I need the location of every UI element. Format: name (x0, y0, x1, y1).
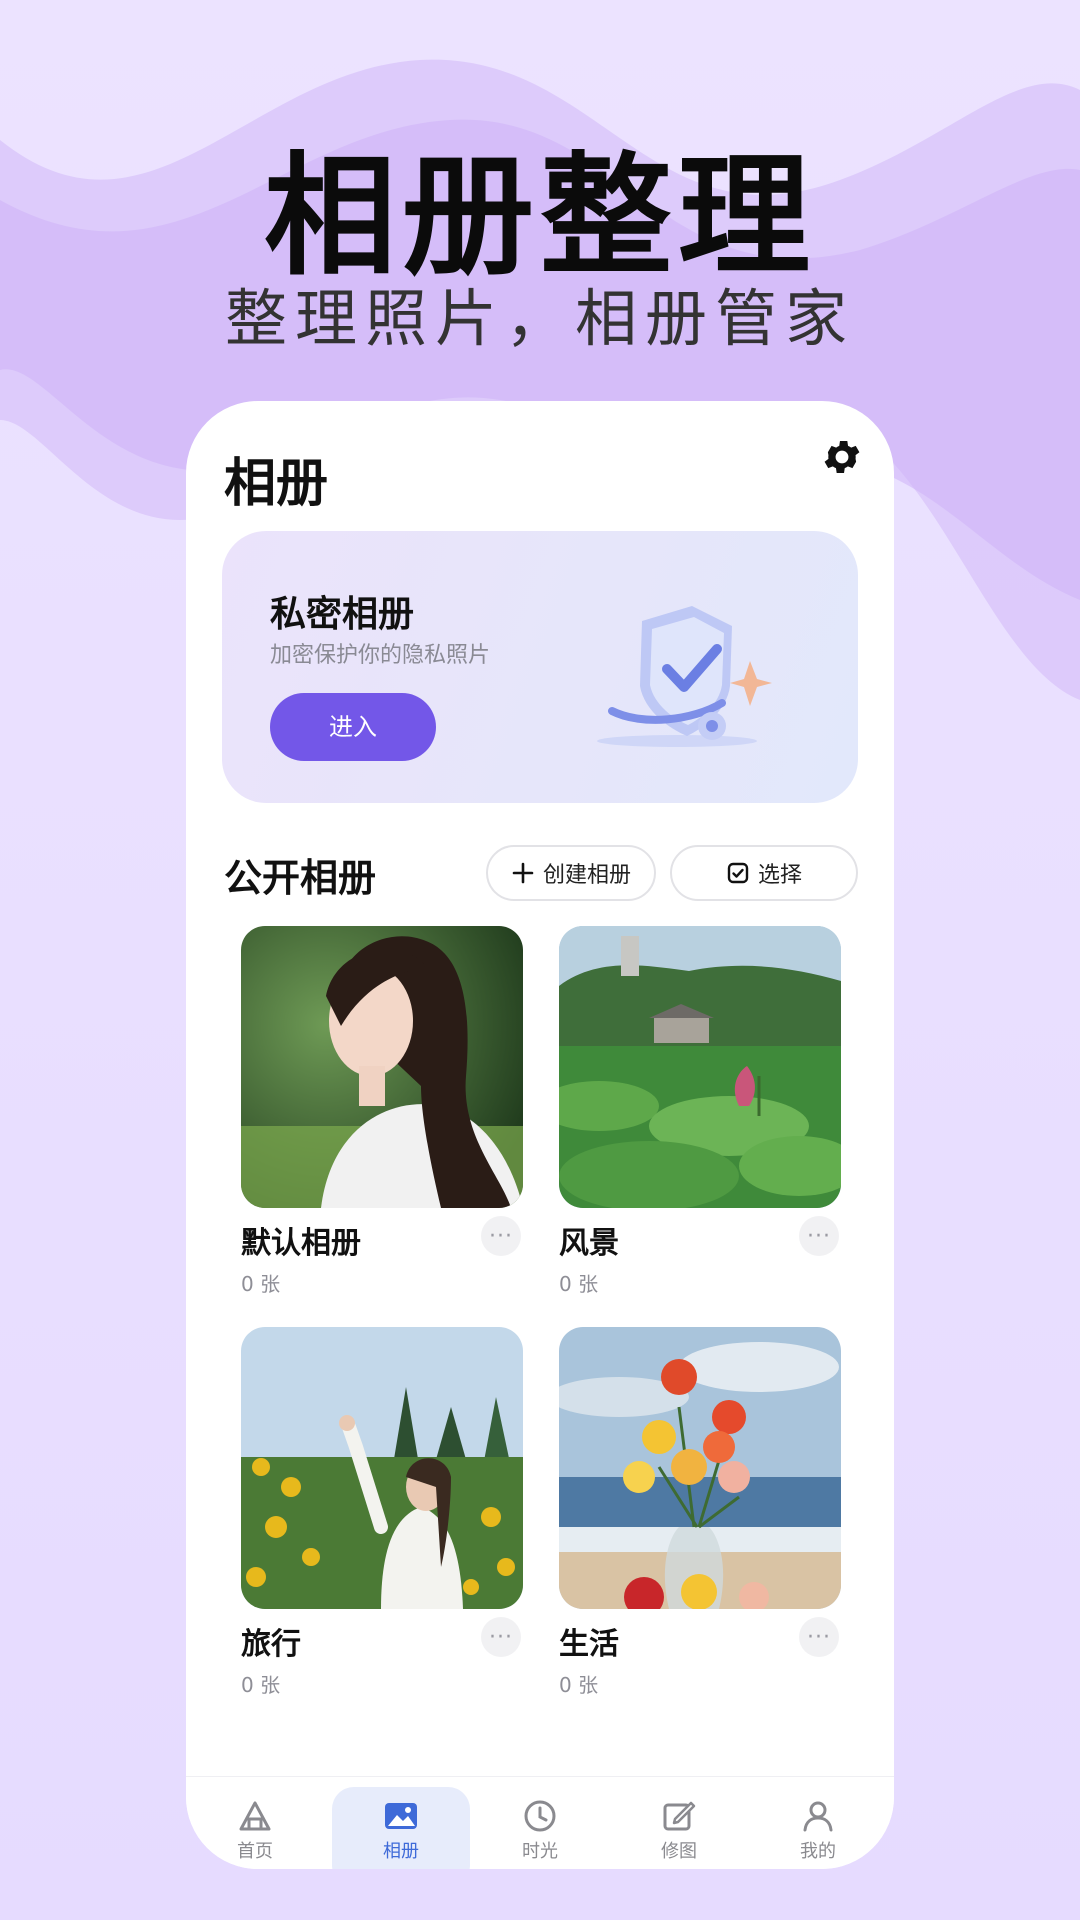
album-name: 旅行 (241, 1627, 301, 1662)
private-album-card[interactable]: 私密相册 加密保护你的隐私照片 进入 (222, 531, 858, 803)
album-count: 0 张 (559, 1272, 599, 1296)
more-options-button[interactable]: ··· (799, 1216, 839, 1256)
tab-label: 首页 (237, 1841, 273, 1862)
page-title: 相册 (224, 454, 329, 514)
checkbox-icon (726, 861, 750, 885)
album-count: 0 张 (559, 1673, 599, 1697)
tab-home[interactable]: 首页 (186, 1787, 324, 1869)
album-card[interactable]: 旅行 0 张 ··· (241, 1327, 523, 1697)
bottom-tab-bar: 首页 相册 时光 修图 我的 (186, 1776, 894, 1869)
more-options-button[interactable]: ··· (481, 1216, 521, 1256)
tab-label: 相册 (383, 1841, 419, 1862)
album-count: 0 张 (241, 1272, 281, 1296)
create-album-button[interactable]: 创建相册 (486, 845, 656, 901)
album-count: 0 张 (241, 1673, 281, 1697)
tab-moments[interactable]: 时光 (471, 1787, 609, 1869)
edit-icon (663, 1801, 696, 1831)
gear-icon[interactable] (820, 435, 864, 479)
more-options-button[interactable]: ··· (481, 1617, 521, 1657)
album-name: 默认相册 (241, 1226, 361, 1261)
lotus-pond-landscape-photo[interactable] (559, 926, 841, 1208)
album-card[interactable]: 生活 0 张 ··· (559, 1327, 841, 1697)
home-icon (239, 1801, 271, 1831)
private-album-subtitle: 加密保护你的隐私照片 (270, 643, 491, 668)
tab-edit[interactable]: 修图 (610, 1787, 748, 1869)
tab-albums[interactable]: 相册 (332, 1787, 470, 1869)
album-card[interactable]: 风景 0 张 ··· (559, 926, 841, 1296)
create-album-label: 创建相册 (542, 863, 631, 888)
hero-subtitle: 整理照片，相册管家 (224, 282, 855, 355)
tab-label: 时光 (522, 1841, 558, 1862)
tab-label: 我的 (800, 1841, 836, 1862)
image-icon (385, 1803, 417, 1829)
enter-button[interactable]: 进入 (270, 693, 436, 761)
plus-icon (511, 861, 535, 885)
album-name: 生活 (559, 1627, 619, 1662)
phone-screen: 相册 私密相册 加密保护你的隐私照片 进入 公开相册 创建相册 选择 默认相册 … (186, 401, 894, 1869)
portrait-woman-photo[interactable] (241, 926, 523, 1208)
select-button[interactable]: 选择 (670, 845, 858, 901)
tab-label: 修图 (661, 1841, 697, 1862)
shield-check-icon (597, 606, 772, 747)
user-icon (803, 1801, 833, 1832)
album-card[interactable]: 默认相册 0 张 ··· (241, 926, 523, 1296)
public-albums-title: 公开相册 (224, 856, 377, 900)
tab-profile[interactable]: 我的 (749, 1787, 887, 1869)
sunflower-field-photo[interactable] (241, 1327, 523, 1609)
album-name: 风景 (559, 1226, 619, 1261)
private-album-title: 私密相册 (270, 594, 415, 635)
select-label: 选择 (757, 863, 802, 888)
roses-vase-beach-photo[interactable] (559, 1327, 841, 1609)
clock-icon (524, 1800, 556, 1832)
more-options-button[interactable]: ··· (799, 1617, 839, 1657)
